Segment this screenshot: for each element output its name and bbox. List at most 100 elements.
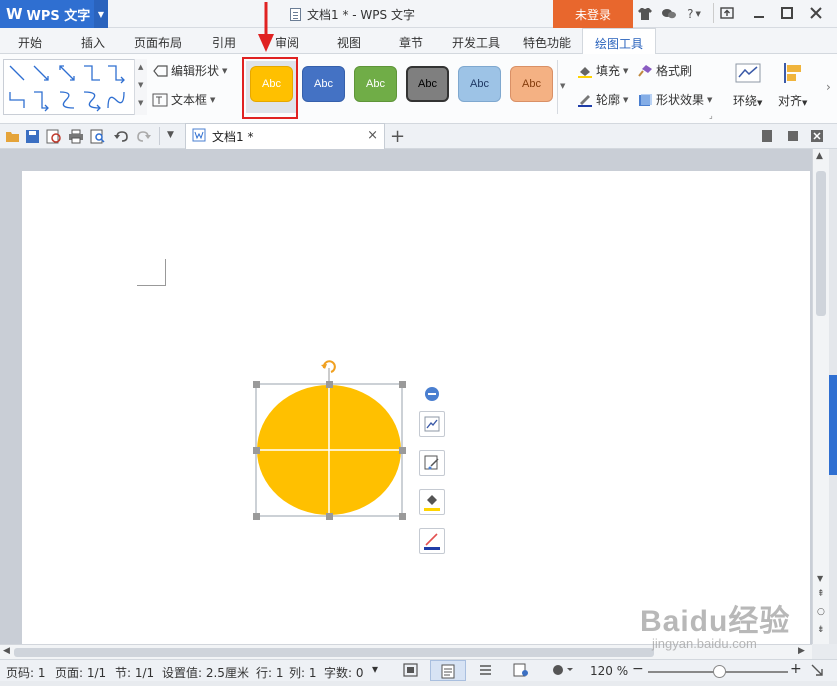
undo-icon[interactable] <box>113 129 129 144</box>
status-word-count[interactable]: 字数: 0 <box>324 664 364 681</box>
tab-references[interactable]: 引用 <box>212 34 236 51</box>
help-icon[interactable]: ? ▼ <box>682 5 706 23</box>
side-panel-toggle[interactable] <box>829 375 837 475</box>
chat-icon[interactable] <box>660 5 678 23</box>
outline-view-icon[interactable] <box>478 663 493 680</box>
tab-review[interactable]: 审阅 <box>275 34 299 51</box>
fit-window-icon[interactable] <box>810 663 824 680</box>
restore-window-icon[interactable] <box>713 3 735 23</box>
save-as-icon[interactable] <box>46 129 62 144</box>
status-setting[interactable]: 设置值: 2.5厘米 <box>162 664 249 681</box>
tab-drawing-tools[interactable]: 绘图工具 <box>582 28 657 55</box>
zoom-in-icon[interactable]: + <box>790 661 802 677</box>
close-document-icon[interactable] <box>810 129 826 144</box>
shape-style-blue[interactable]: Abc <box>302 66 345 102</box>
tab-developer-tools[interactable]: 开发工具 <box>452 34 500 51</box>
scroll-down-icon[interactable]: ▼ <box>138 81 143 89</box>
resize-handle-left[interactable] <box>253 447 260 454</box>
horizontal-scroll-thumb[interactable] <box>14 648 654 657</box>
shape-style-gray[interactable]: Abc <box>406 66 449 102</box>
textbox-button[interactable]: 文本框 ▼ <box>152 91 215 108</box>
textbox-label: 文本框 <box>171 93 208 107</box>
zoom-slider-thumb[interactable] <box>713 665 726 678</box>
document-list-icon[interactable] <box>786 129 802 144</box>
ribbon-more-icon[interactable]: › <box>826 80 831 94</box>
resize-handle-top-left[interactable] <box>253 381 260 388</box>
new-tab-button[interactable]: + <box>390 126 405 147</box>
outline-float-button[interactable] <box>419 528 445 554</box>
prev-page-icon[interactable]: ⇞ <box>817 589 825 599</box>
page-view-button[interactable] <box>430 660 466 681</box>
wrap-button[interactable]: 环绕▼ <box>733 62 762 109</box>
close-icon[interactable] <box>805 3 827 23</box>
shape-style-salmon[interactable]: Abc <box>510 66 553 102</box>
align-button[interactable]: 对齐▼ <box>778 62 807 109</box>
shape-style-light-blue[interactable]: Abc <box>458 66 501 102</box>
styles-more-icon[interactable]: ▼ <box>560 82 565 90</box>
gallery-expand-icon[interactable]: ▼ <box>138 99 143 107</box>
print-icon[interactable] <box>68 129 84 144</box>
document-tab[interactable]: 文档1 * × <box>185 123 385 149</box>
shirt-icon[interactable] <box>636 5 654 23</box>
rotate-handle-icon[interactable] <box>321 360 336 373</box>
tab-special-features[interactable]: 特色功能 <box>523 34 571 51</box>
resize-handle-bottom-right[interactable] <box>399 513 406 520</box>
fill-float-button[interactable] <box>419 489 445 515</box>
textbox-icon <box>152 93 168 107</box>
tab-section[interactable]: 章节 <box>399 34 423 51</box>
save-icon[interactable] <box>25 129 41 144</box>
ellipse-shape[interactable] <box>248 358 413 524</box>
print-preview-icon[interactable] <box>90 129 106 144</box>
layout-options-button[interactable] <box>419 411 445 437</box>
collapse-tools-icon[interactable] <box>425 387 439 401</box>
resize-handle-bottom[interactable] <box>326 513 333 520</box>
style-label: Abc <box>522 78 541 90</box>
line-shapes-scroll[interactable]: ▲ ▼ ▼ <box>134 59 147 115</box>
status-dropdown-icon[interactable]: ▾ <box>372 662 378 676</box>
outline-button[interactable]: 轮廓 ▼ <box>577 91 628 108</box>
tab-start[interactable]: 开始 <box>18 34 42 51</box>
scroll-left-icon[interactable]: ◀ <box>3 646 10 656</box>
resize-handle-top[interactable] <box>326 381 333 388</box>
full-screen-icon[interactable] <box>403 663 418 680</box>
close-tab-icon[interactable]: × <box>367 128 378 143</box>
dialog-launcher-icon[interactable]: ⌟ <box>709 111 713 120</box>
shape-style-green[interactable]: Abc <box>354 66 397 102</box>
scroll-down-arrow-icon[interactable]: ▼ <box>817 574 823 583</box>
styles-scroll[interactable]: ▼ <box>557 60 570 114</box>
document-info-icon[interactable] <box>760 129 776 144</box>
tab-insert[interactable]: 插入 <box>81 34 105 51</box>
shape-effect-button[interactable]: 形状效果 ▼ <box>637 91 712 108</box>
select-browse-object-icon[interactable]: ○ <box>817 607 825 617</box>
app-menu-dropdown-icon[interactable]: ▼ <box>94 0 108 28</box>
resize-handle-top-right[interactable] <box>399 381 406 388</box>
login-button[interactable]: 未登录 <box>553 0 633 28</box>
format-brush-button[interactable]: 格式刷 <box>637 62 692 79</box>
open-folder-icon[interactable] <box>5 129 21 144</box>
line-shapes-gallery[interactable] <box>3 59 147 115</box>
scroll-top-icon[interactable]: ▲ <box>816 151 823 161</box>
edit-shape-float-button[interactable] <box>419 450 445 476</box>
vertical-scroll-thumb[interactable] <box>816 171 826 316</box>
minimize-icon[interactable] <box>748 3 770 23</box>
web-view-icon[interactable] <box>513 663 529 680</box>
vertical-scrollbar[interactable]: ▲ ▼ ⇞ ○ ⇟ <box>812 149 829 644</box>
edit-shape-button[interactable]: 编辑形状 ▼ <box>152 62 227 79</box>
reading-mode-icon[interactable] <box>551 663 573 680</box>
tab-page-layout[interactable]: 页面布局 <box>134 34 182 51</box>
app-menu-button[interactable]: W WPS 文字 ▼ <box>0 0 108 28</box>
scroll-up-icon[interactable]: ▲ <box>138 63 143 71</box>
fill-button[interactable]: 填充 ▼ <box>577 62 628 79</box>
customize-toolbar-icon[interactable]: ▼ <box>167 130 174 140</box>
next-page-icon[interactable]: ⇟ <box>817 625 825 635</box>
document-page[interactable] <box>22 171 810 646</box>
resize-handle-right[interactable] <box>399 447 406 454</box>
redo-icon[interactable] <box>136 129 152 144</box>
tab-view[interactable]: 视图 <box>337 34 361 51</box>
maximize-icon[interactable] <box>776 3 798 23</box>
resize-handle-bottom-left[interactable] <box>253 513 260 520</box>
zoom-out-icon[interactable]: − <box>632 661 644 677</box>
zoom-level[interactable]: 120 % <box>590 664 628 678</box>
fill-bucket-icon <box>577 64 593 78</box>
scroll-right-icon[interactable]: ▶ <box>798 646 805 656</box>
